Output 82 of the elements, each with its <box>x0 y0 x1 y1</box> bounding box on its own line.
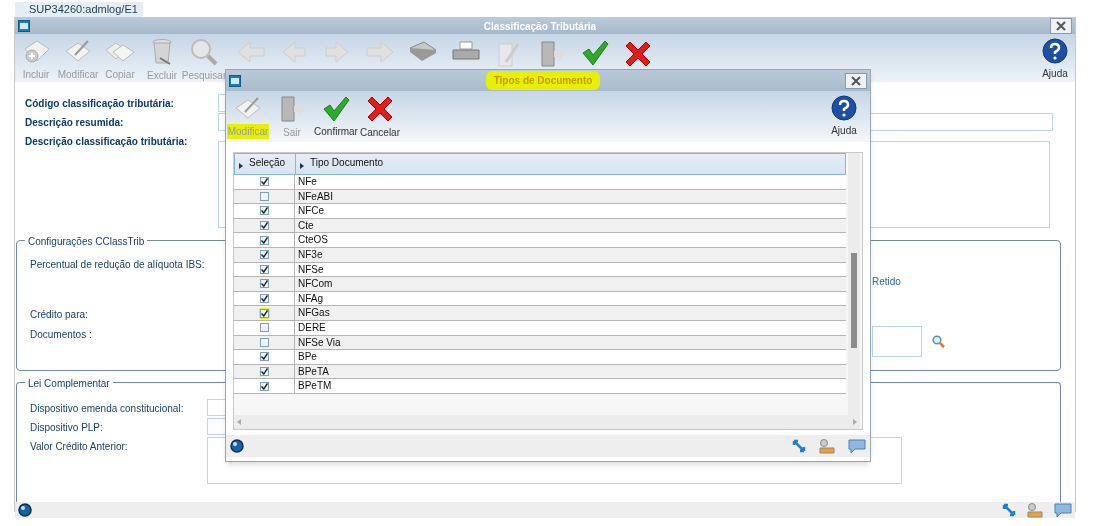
close-icon <box>1056 21 1066 31</box>
table-cell-text: DERE <box>297 320 326 335</box>
field-label: Código classificação tributária: <box>25 97 175 111</box>
printer-icon <box>450 40 481 62</box>
checkmark-icon <box>322 95 350 122</box>
right-arrow-icon <box>323 40 350 64</box>
checkbox[interactable] <box>259 279 269 289</box>
help-icon <box>1042 38 1068 64</box>
close-button[interactable] <box>845 72 867 89</box>
column-header[interactable]: Seleção <box>235 154 296 174</box>
input-field[interactable] <box>872 326 922 357</box>
checkbox[interactable] <box>259 191 269 201</box>
toolbar-button[interactable]: Cancelar <box>358 91 402 139</box>
window-icon <box>18 20 30 32</box>
document-pen-icon <box>495 40 522 68</box>
checkbox[interactable] <box>259 250 269 260</box>
field-label: Dispositivo emenda constitucional: <box>30 402 185 416</box>
checkbox[interactable] <box>259 367 269 376</box>
table-cell-text: NFCom <box>297 277 333 291</box>
table-cell-text: Cte <box>297 218 314 233</box>
field-label: Crédito para: <box>30 309 88 320</box>
checkbox[interactable] <box>259 352 269 362</box>
table-cell-text: NF3e <box>297 247 323 262</box>
group-title: Lei Complementar <box>25 376 113 391</box>
field-label: Dispositivo PLP: <box>30 421 104 435</box>
field-label: Valor Crédito Anterior: <box>30 440 129 454</box>
session-tab[interactable]: SUP34260:admlog/E1 <box>15 2 143 17</box>
group-title: Configurações CClassTrib <box>25 234 148 249</box>
window-icon <box>229 74 241 87</box>
caret-icon <box>300 163 304 169</box>
checkbox[interactable] <box>259 381 269 391</box>
table-cell-text: NFeABI <box>297 189 333 204</box>
field-label: Percentual de redução de alíquota IBS: <box>30 258 205 272</box>
table-cell-text: NFAg <box>297 291 323 306</box>
table-cell-text: BPe <box>297 350 317 364</box>
trash-icon <box>150 38 174 66</box>
search-icon <box>932 335 945 348</box>
checkbox[interactable] <box>259 221 269 231</box>
window-title: Classificação Tributária <box>482 19 598 34</box>
resize-icon <box>1002 503 1016 517</box>
option-label: Retido <box>872 275 901 289</box>
table-cell-text: BPeTA <box>297 364 329 379</box>
table-cell-text: NFGas <box>297 306 330 320</box>
checkbox[interactable] <box>259 206 269 216</box>
column-header[interactable]: Tipo Documento <box>296 154 845 174</box>
table-cell-text: NFe <box>297 175 317 189</box>
field-label: Documentos : <box>30 329 92 340</box>
field-label: Descrição resumida: <box>25 116 125 130</box>
globe-icon <box>18 503 32 517</box>
help-button[interactable]: Ajuda <box>824 91 864 139</box>
search-icon <box>189 38 219 66</box>
close-icon <box>851 75 861 86</box>
field-label: Descrição classificação tributária: <box>25 135 189 149</box>
table-cell-text: NFSe Via <box>297 335 341 350</box>
chat-icon <box>1054 502 1072 518</box>
table-cell-text: CteOS <box>297 233 328 247</box>
checkbox[interactable] <box>259 177 269 187</box>
cancel-icon <box>366 95 394 123</box>
checkbox[interactable] <box>259 294 269 304</box>
chat-icon <box>848 438 866 454</box>
checkbox[interactable] <box>259 235 269 245</box>
checkbox[interactable] <box>259 264 269 274</box>
table-cell-text: NFSe <box>297 262 324 277</box>
checkbox[interactable] <box>259 337 269 347</box>
globe-icon <box>230 439 244 453</box>
checkmark-icon <box>580 40 609 66</box>
vertical-scrollbar[interactable] <box>848 153 860 415</box>
dialog-title: Tipos de Documento <box>485 71 601 90</box>
caret-icon <box>239 163 243 169</box>
resize-icon <box>792 439 806 453</box>
cancel-icon <box>623 40 652 68</box>
left-arrow-icon <box>280 40 307 64</box>
help-button[interactable]: Ajuda <box>1035 34 1075 82</box>
checkbox[interactable] <box>259 308 269 318</box>
exit-door-icon <box>278 95 306 123</box>
checkbox[interactable] <box>259 323 269 333</box>
book-icon <box>407 40 438 62</box>
toolbar-button[interactable]: Confirmar <box>314 91 358 139</box>
help-icon <box>831 95 857 121</box>
close-button[interactable] <box>1050 18 1072 34</box>
table-cell-text: BPeTM <box>297 379 332 393</box>
table-cell-text: NFCe <box>297 204 325 218</box>
